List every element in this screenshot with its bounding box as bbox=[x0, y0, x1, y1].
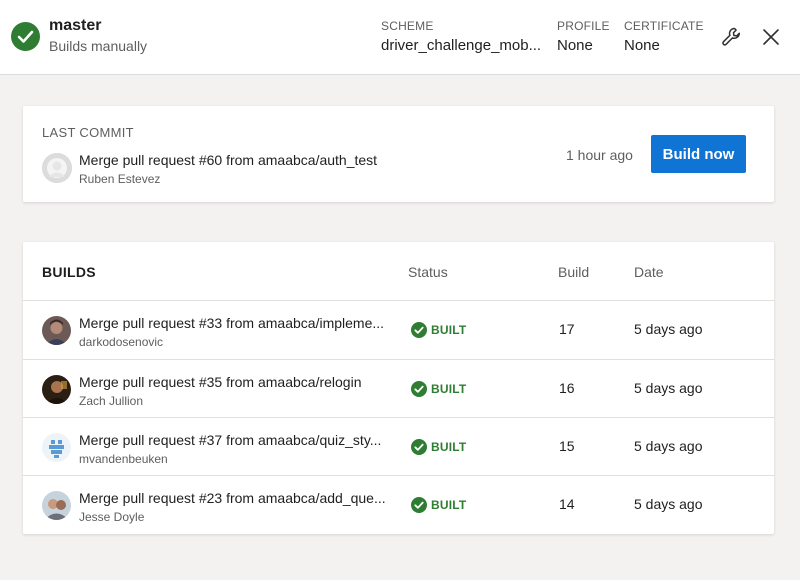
last-commit-card: LAST COMMIT Merge pull request #60 from … bbox=[23, 106, 774, 202]
scheme-label: SCHEME bbox=[381, 19, 434, 33]
build-number: 14 bbox=[559, 496, 575, 512]
build-number: 17 bbox=[559, 321, 575, 337]
builds-header: BUILDS bbox=[42, 264, 96, 280]
build-config-header: master Builds manually SCHEME driver_cha… bbox=[0, 0, 800, 75]
certificate-label: CERTIFICATE bbox=[624, 19, 704, 33]
wrench-icon[interactable] bbox=[720, 25, 744, 49]
check-icon bbox=[411, 497, 427, 513]
status-text: BUILT bbox=[431, 440, 467, 454]
build-commit-author: darkodosenovic bbox=[79, 335, 164, 349]
profile-value: None bbox=[557, 37, 593, 54]
build-commit-message: Merge pull request #33 from amaabca/impl… bbox=[79, 315, 385, 331]
build-date: 5 days ago bbox=[634, 321, 703, 337]
status-text: BUILT bbox=[431, 498, 467, 512]
build-number: 16 bbox=[559, 380, 575, 396]
check-icon bbox=[411, 381, 427, 397]
build-column-header: Build bbox=[558, 264, 590, 280]
build-date: 5 days ago bbox=[634, 496, 703, 512]
check-icon bbox=[11, 22, 40, 51]
avatar bbox=[42, 491, 71, 520]
build-commit-author: Jesse Doyle bbox=[79, 510, 145, 524]
profile-label: PROFILE bbox=[557, 19, 610, 33]
build-date: 5 days ago bbox=[634, 438, 703, 454]
branch-trigger-mode: Builds manually bbox=[49, 38, 148, 54]
build-commit-message: Merge pull request #37 from amaabca/quiz… bbox=[79, 432, 382, 448]
branch-name: master bbox=[49, 17, 102, 34]
table-row[interactable]: Merge pull request #23 from amaabca/add_… bbox=[23, 475, 774, 533]
build-commit-message: Merge pull request #23 from amaabca/add_… bbox=[79, 490, 386, 506]
build-commit-author: mvandenbeuken bbox=[79, 452, 168, 466]
check-icon bbox=[411, 322, 427, 338]
builds-table: BUILDS Status Build Date Merge pull requ… bbox=[23, 242, 774, 534]
close-icon[interactable] bbox=[759, 25, 783, 49]
build-commit-message: Merge pull request #35 from amaabca/relo… bbox=[79, 374, 362, 390]
last-commit-author: Ruben Estevez bbox=[79, 172, 161, 186]
check-icon bbox=[411, 439, 427, 455]
scheme-value: driver_challenge_mob... bbox=[381, 37, 542, 54]
avatar bbox=[42, 375, 71, 404]
table-row[interactable]: Merge pull request #37 from amaabca/quiz… bbox=[23, 417, 774, 475]
build-number: 15 bbox=[559, 438, 575, 454]
avatar bbox=[42, 433, 71, 462]
table-row[interactable]: Merge pull request #35 from amaabca/relo… bbox=[23, 359, 774, 417]
last-commit-time: 1 hour ago bbox=[566, 147, 633, 163]
avatar bbox=[42, 153, 72, 183]
last-commit-message: Merge pull request #60 from amaabca/auth… bbox=[79, 152, 378, 168]
build-commit-author: Zach Jullion bbox=[79, 394, 144, 408]
last-commit-title: LAST COMMIT bbox=[42, 125, 134, 140]
table-row[interactable]: Merge pull request #33 from amaabca/impl… bbox=[23, 300, 774, 358]
status-text: BUILT bbox=[431, 382, 467, 396]
status-column-header: Status bbox=[408, 264, 448, 280]
avatar bbox=[42, 316, 71, 345]
build-now-button[interactable]: Build now bbox=[651, 135, 746, 173]
build-date: 5 days ago bbox=[634, 380, 703, 396]
certificate-value: None bbox=[624, 37, 660, 54]
status-text: BUILT bbox=[431, 323, 467, 337]
date-column-header: Date bbox=[634, 264, 664, 280]
